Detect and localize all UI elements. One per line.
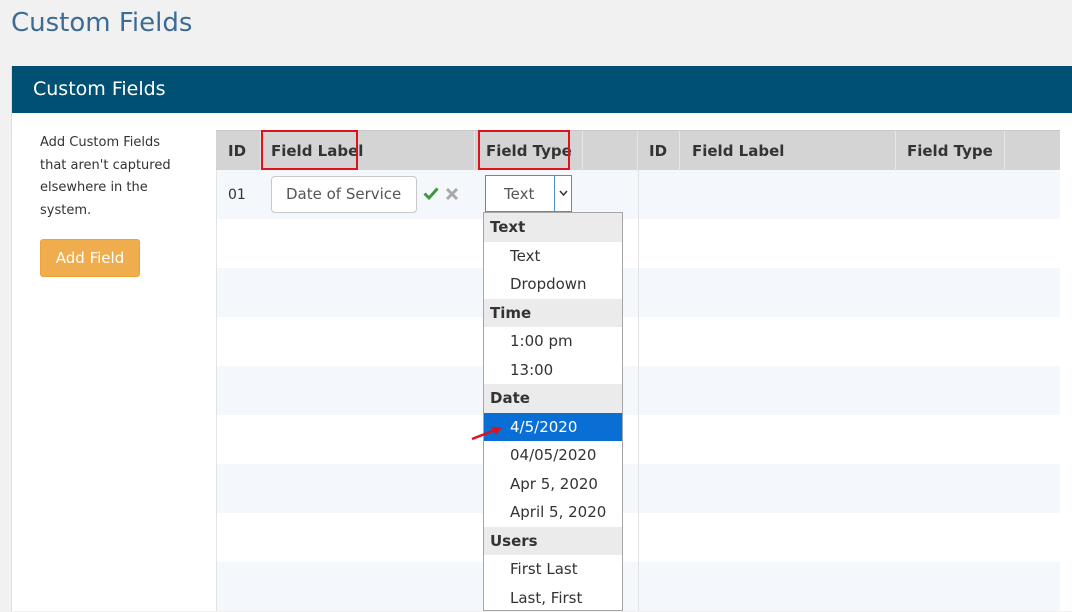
field-label-highlight <box>261 130 358 170</box>
intro-line: system. <box>40 200 190 223</box>
intro-line: elsewhere in the <box>40 177 190 200</box>
header-spacer <box>583 131 638 171</box>
intro-line: that aren't captured <box>40 155 190 178</box>
check-icon[interactable] <box>423 185 439 201</box>
intro-text: Add Custom Fields that aren't captured e… <box>40 132 190 222</box>
header-id: ID <box>216 131 261 171</box>
column-divider <box>216 170 217 611</box>
chevron-down-icon[interactable] <box>554 176 571 211</box>
dropdown-group-date: Date <box>484 384 622 413</box>
dropdown-option[interactable]: Dropdown <box>484 270 622 299</box>
header-id-right: ID <box>638 131 680 171</box>
dropdown-option[interactable]: 1:00 pm <box>484 327 622 356</box>
field-type-dropdown: Text Text Dropdown Time 1:00 pm 13:00 Da… <box>483 212 623 611</box>
dropdown-option[interactable]: 13:00 <box>484 356 622 385</box>
column-divider <box>638 170 639 611</box>
header-field-label-right: Field Label <box>680 131 896 171</box>
dropdown-option[interactable]: April 5, 2020 <box>484 498 622 527</box>
field-type-select[interactable]: Text <box>485 175 572 212</box>
add-field-button[interactable]: Add Field <box>40 239 140 277</box>
row-id: 01 <box>228 187 246 203</box>
header-field-type-right: Field Type <box>896 131 1005 171</box>
dropdown-group-time: Time <box>484 299 622 328</box>
dropdown-group-text: Text <box>484 213 622 242</box>
intro-line: Add Custom Fields <box>40 132 190 155</box>
header-spacer-right <box>1005 131 1060 171</box>
dropdown-option[interactable]: Apr 5, 2020 <box>484 470 622 499</box>
dropdown-option[interactable]: Text <box>484 242 622 271</box>
close-icon[interactable] <box>445 187 459 201</box>
field-type-value: Text <box>504 185 534 203</box>
custom-fields-table: ID Field Label Field Type ID Field Label… <box>216 130 1060 611</box>
dropdown-option[interactable]: 04/05/2020 <box>484 441 622 470</box>
dropdown-group-users: Users <box>484 527 622 556</box>
panel-header: Custom Fields <box>12 66 1072 113</box>
field-label-input[interactable]: Date of Service <box>271 176 417 213</box>
field-type-highlight <box>478 130 570 170</box>
annotation-arrow-icon <box>469 423 505 443</box>
dropdown-option[interactable]: First Last <box>484 555 622 584</box>
dropdown-option[interactable]: Last, First <box>484 584 622 612</box>
page-title: Custom Fields <box>11 8 192 38</box>
